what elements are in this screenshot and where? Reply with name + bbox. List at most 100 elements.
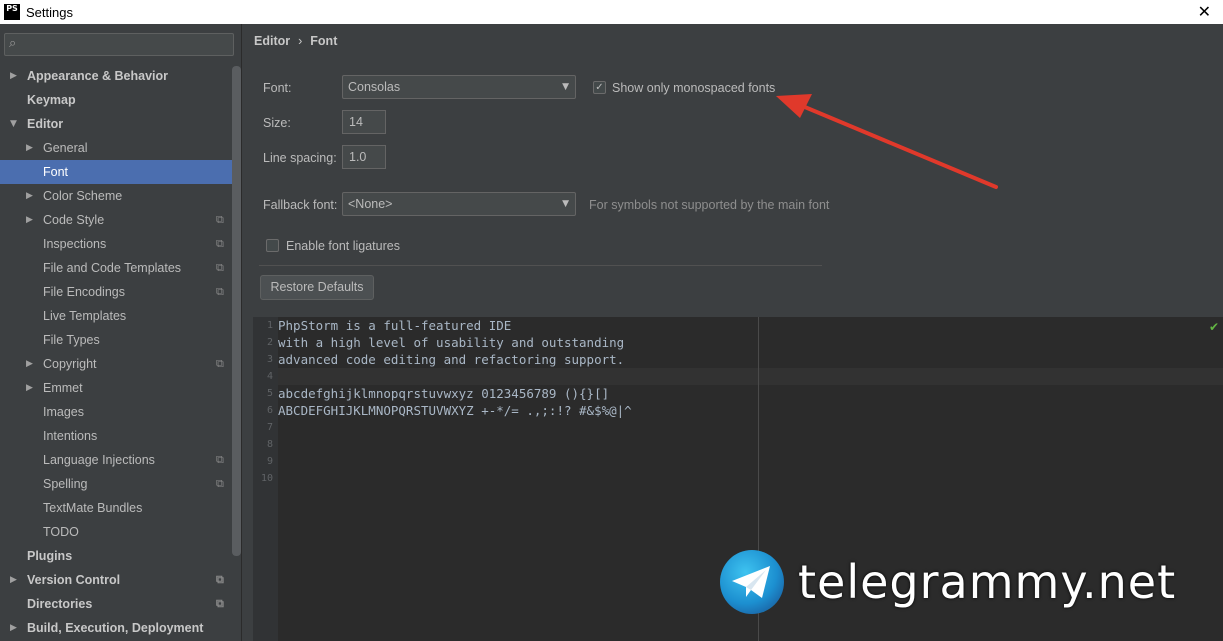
sidebar-item-keymap[interactable]: Keymap [0,88,232,112]
sidebar-item-general[interactable]: ▶ General [0,136,232,160]
project-settings-icon: ⧉ [216,213,224,226]
divider [259,265,822,266]
font-select-value: Consolas [348,80,401,94]
size-field[interactable]: 14 [342,110,386,134]
phpstorm-icon: PS [4,4,20,20]
sidebar-item-textmate-bundles[interactable]: TextMate Bundles [0,496,232,520]
project-settings-icon: ⧉ [216,573,224,586]
restore-defaults-button[interactable]: Restore Defaults [260,275,374,300]
sidebar-item-spelling[interactable]: Spelling ⧉ [0,472,232,496]
chevron-right-icon[interactable]: ▶ [26,352,36,376]
chevron-down-icon: ▼ [562,199,569,209]
sidebar-item-editor[interactable]: ▼ Editor [0,112,232,136]
sidebar-item-label: Spelling [43,477,88,491]
sidebar-item-copyright[interactable]: ▶ Copyright ⧉ [0,352,232,376]
telegram-logo-icon [720,550,784,614]
sidebar-item-appearance-behavior[interactable]: ▶ Appearance & Behavior [0,64,232,88]
sidebar-scrollbar[interactable] [232,66,241,556]
line-number: 8 [266,439,273,450]
line-number: 9 [266,456,273,467]
chevron-right-icon[interactable]: ▶ [26,376,36,400]
sidebar-item-label: Code Style [43,213,105,227]
sidebar-item-images[interactable]: Images [0,400,232,424]
line-number: 1 [266,320,273,331]
project-settings-icon: ⧉ [216,453,224,466]
project-settings-icon: ⧉ [216,237,224,250]
sidebar-item-plugins[interactable]: Plugins [0,544,232,568]
chevron-right-icon[interactable]: ▶ [26,136,36,160]
window-title: Settings [26,4,73,20]
chevron-right-icon[interactable]: ▶ [10,568,20,592]
sidebar-item-file-encodings[interactable]: File Encodings ⧉ [0,280,232,304]
project-settings-icon: ⧉ [216,285,224,298]
sidebar-item-intentions[interactable]: Intentions [0,424,232,448]
sidebar-item-file-and-code-templates[interactable]: File and Code Templates ⧉ [0,256,232,280]
breadcrumb: Editor › Font [254,34,337,48]
caret-row-highlight [278,368,1223,385]
breadcrumb-parent[interactable]: Editor [254,34,290,48]
sidebar-item-code-style[interactable]: ▶ Code Style ⧉ [0,208,232,232]
sidebar-item-label: Keymap [27,93,76,107]
project-settings-icon: ⧉ [216,261,224,274]
chevron-right-icon[interactable]: ▶ [26,208,36,232]
search-icon: ⌕ [9,36,17,51]
sidebar-item-label: Build, Execution, Deployment [27,621,204,635]
sidebar-item-inspections[interactable]: Inspections ⧉ [0,232,232,256]
sidebar-item-directories[interactable]: Directories ⧉ [0,592,232,616]
code-line: advanced code editing and refactoring su… [278,352,625,367]
size-label: Size: [263,116,291,130]
sidebar-item-label: Language Injections [43,453,155,467]
search-input[interactable]: ⌕ [4,33,234,56]
fallback-hint: For symbols not supported by the main fo… [589,198,830,212]
chevron-down-icon[interactable]: ▼ [10,112,20,136]
sidebar-item-label: Color Scheme [43,189,123,203]
breadcrumb-current: Font [310,34,338,48]
sidebar-item-font[interactable]: Font [0,160,232,184]
chevron-down-icon: ▼ [562,82,569,92]
sidebar-item-color-scheme[interactable]: ▶ Color Scheme [0,184,232,208]
chevron-right-icon[interactable]: ▶ [10,616,20,640]
font-settings-panel: Editor › Font Font: Consolas ▼ ✓ Show only… [243,24,1223,641]
chevron-right-icon[interactable]: ▶ [26,184,36,208]
sidebar-item-label: Editor [27,117,64,131]
sidebar-item-label: TODO [43,525,79,539]
font-label: Font: [263,81,292,95]
sidebar-item-todo[interactable]: TODO [0,520,232,544]
ligatures-checkbox[interactable] [266,239,279,252]
sidebar-item-label: File and Code Templates [43,261,182,275]
sidebar-item-label: TextMate Bundles [43,501,143,515]
font-select[interactable]: Consolas ▼ [342,75,576,99]
sidebar-item-label: Intentions [43,429,98,443]
monospaced-label: Show only monospaced fonts [612,81,776,95]
paper-plane-icon [732,566,770,598]
code-line: abcdefghijklmnopqrstuvwxyz 0123456789 ()… [278,386,610,401]
line-spacing-label: Line spacing: [263,151,337,165]
project-settings-icon: ⧉ [216,357,224,370]
sidebar-item-label: Appearance & Behavior [27,69,169,83]
fallback-font-select[interactable]: <None> ▼ [342,192,576,216]
chevron-right-icon[interactable]: ▶ [10,64,20,88]
checkmark-icon: ✔ [1208,320,1219,334]
sidebar-item-file-types[interactable]: File Types [0,328,232,352]
sidebar-item-version-control[interactable]: ▶ Version Control ⧉ [0,568,232,592]
line-number: 2 [266,337,273,348]
sidebar-item-label: Copyright [43,357,97,371]
sidebar-item-emmet[interactable]: ▶ Emmet [0,376,232,400]
monospaced-checkbox[interactable]: ✓ [593,81,606,94]
sidebar-item-language-injections[interactable]: Language Injections ⧉ [0,448,232,472]
line-number: 7 [266,422,273,433]
settings-sidebar: ⌕ ▶ Appearance & Behavior Keymap ▼ Editor ▶ Ge… [0,24,242,641]
line-number: 3 [266,354,273,365]
breadcrumb-separator: › [298,34,303,48]
project-settings-icon: ⧉ [216,597,224,610]
sidebar-item-label: Version Control [27,573,121,587]
sidebar-item-build-execution-deployment[interactable]: ▶ Build, Execution, Deployment [0,616,232,640]
sidebar-item-live-templates[interactable]: Live Templates [0,304,232,328]
close-icon[interactable]: ✕ [1198,2,1211,21]
line-number: 5 [266,388,273,399]
sidebar-item-label: Live Templates [43,309,127,323]
sidebar-item-label: Inspections [43,237,107,251]
sidebar-item-label: File Encodings [43,285,125,299]
code-line: ABCDEFGHIJKLMNOPQRSTUVWXYZ +-*/= .,;:!? … [278,403,632,418]
line-spacing-field[interactable]: 1.0 [342,145,386,169]
